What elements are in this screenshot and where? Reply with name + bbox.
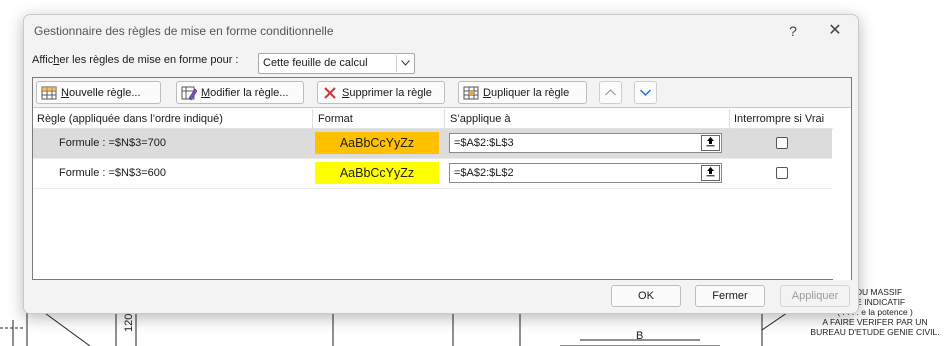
- rule-row[interactable]: Formule : =$N$3=600 AaBbCcYyZz =$A$2:$L$…: [33, 159, 832, 188]
- accel: D: [483, 86, 491, 99]
- ok-button[interactable]: OK: [611, 285, 681, 307]
- rules-toolbar: Nouvelle règle... Modifier la règle... S…: [33, 78, 851, 108]
- applies-to-field[interactable]: =$A$2:$L$2: [449, 163, 722, 183]
- label-part: odifier la règle...: [210, 86, 289, 99]
- chevron-down-icon: [640, 89, 651, 96]
- scope-value: Cette feuille de calcul: [263, 57, 368, 69]
- range-picker-icon[interactable]: [701, 165, 720, 181]
- label-part: ouvelle règle...: [68, 86, 141, 99]
- duplicate-rule-label: Dupliquer la règle: [483, 87, 569, 99]
- label-part: upliquer la règle: [490, 86, 570, 99]
- edit-rule-button[interactable]: Modifier la règle...: [176, 81, 304, 104]
- duplicate-rule-button[interactable]: Dupliquer la règle: [458, 81, 587, 104]
- rule-description: Formule : =$N$3=700: [59, 137, 167, 149]
- stop-if-true-checkbox[interactable]: [776, 167, 788, 179]
- title-bar: Gestionnaire des règles de mise en forme…: [24, 15, 858, 47]
- dialog-title: Gestionnaire des règles de mise en forme…: [34, 24, 334, 38]
- apply-button[interactable]: Appliquer: [780, 285, 850, 307]
- row-divider: [33, 188, 832, 189]
- show-rules-label: Afficher les règles de mise en forme pou…: [32, 54, 238, 66]
- vertical-scrollbar[interactable]: [833, 109, 851, 280]
- applies-to-value: =$A$2:$L$3: [454, 137, 514, 149]
- column-separator[interactable]: [444, 109, 445, 129]
- accel: N: [61, 86, 69, 99]
- delete-rule-button[interactable]: Supprimer la règle: [317, 81, 445, 104]
- help-button[interactable]: ?: [780, 21, 806, 41]
- edit-rule-label: Modifier la règle...: [201, 87, 288, 99]
- edit-rule-icon: [181, 86, 197, 100]
- dimension-label-b: B: [636, 330, 643, 342]
- rule-description: Formule : =$N$3=600: [59, 167, 167, 179]
- delete-icon: [324, 86, 336, 99]
- column-header-stop[interactable]: Interrompre si Vrai: [734, 113, 824, 125]
- column-separator[interactable]: [729, 109, 730, 129]
- conditional-formatting-dialog: Gestionnaire des règles de mise en forme…: [23, 14, 859, 314]
- dimension-label-120: 120: [123, 314, 135, 332]
- delete-rule-label: Supprimer la règle: [342, 87, 432, 99]
- close-icon[interactable]: ✕: [822, 21, 848, 41]
- accel: M: [201, 86, 211, 99]
- chevron-up-icon: [605, 89, 616, 96]
- new-rule-icon: [41, 86, 57, 99]
- rules-header: Règle (appliquée dans l’ordre indiqué) F…: [33, 109, 851, 129]
- column-header-format[interactable]: Format: [318, 113, 353, 125]
- stop-if-true-checkbox[interactable]: [776, 137, 788, 149]
- applies-to-field[interactable]: =$A$2:$L$3: [449, 133, 722, 153]
- label-part: Affic: [32, 54, 54, 66]
- duplicate-icon: [463, 86, 479, 99]
- label-part: er les règles de mise en forme pour :: [59, 54, 239, 66]
- range-picker-icon[interactable]: [701, 135, 720, 151]
- rules-panel: Nouvelle règle... Modifier la règle... S…: [32, 77, 852, 280]
- chevron-down-icon[interactable]: [396, 55, 413, 72]
- note-line: A FAIRE VERIFER PAR UN: [822, 317, 928, 327]
- column-header-rule[interactable]: Règle (appliquée dans l’ordre indiqué): [37, 113, 223, 125]
- applies-to-value: =$A$2:$L$2: [454, 167, 514, 179]
- column-header-applies[interactable]: S’applique à: [450, 113, 511, 125]
- note-line: BUREAU D'ETUDE GENIE CIVIL.: [810, 327, 940, 337]
- new-rule-button[interactable]: Nouvelle règle...: [36, 81, 161, 104]
- rule-row[interactable]: Formule : =$N$3=700 AaBbCcYyZz =$A$2:$L$…: [33, 129, 832, 158]
- column-separator[interactable]: [312, 109, 313, 129]
- new-rule-label: Nouvelle règle...: [61, 87, 141, 99]
- close-button[interactable]: Fermer: [695, 285, 765, 307]
- move-down-button[interactable]: [634, 81, 657, 104]
- label-part: upprimer la règle: [349, 86, 432, 99]
- move-up-button[interactable]: [599, 81, 622, 104]
- format-preview: AaBbCcYyZz: [315, 162, 439, 184]
- format-preview: AaBbCcYyZz: [315, 132, 439, 154]
- scope-dropdown[interactable]: Cette feuille de calcul: [258, 53, 415, 74]
